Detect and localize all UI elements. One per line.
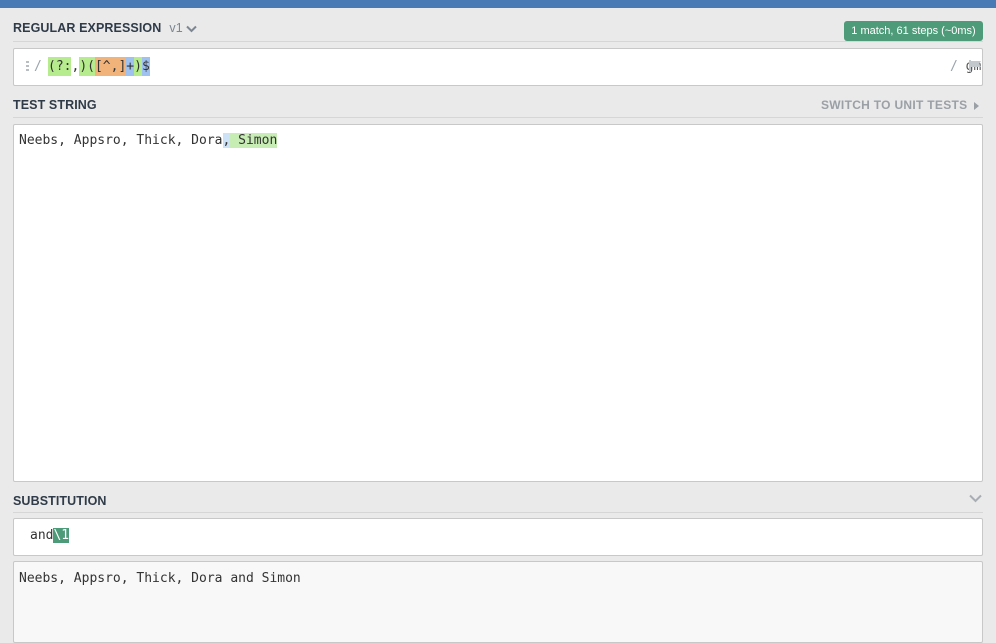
- substitution-literal: and: [30, 528, 54, 543]
- regex-input[interactable]: (?:,)([^,]+)$: [48, 57, 150, 76]
- drag-handle-icon[interactable]: [26, 61, 30, 73]
- version-label: v1: [169, 21, 183, 35]
- switch-label: SWITCH TO UNIT TESTS: [821, 98, 968, 112]
- divider: [13, 512, 983, 513]
- switch-to-unit-tests-link[interactable]: SWITCH TO UNIT TESTS: [821, 98, 980, 112]
- test-section-label: TEST STRING: [13, 98, 97, 112]
- regex-editor[interactable]: / (?:,)([^,]+)$ / gm: [13, 48, 983, 86]
- divider: [13, 117, 983, 118]
- substitution-text[interactable]: and\1: [30, 528, 70, 543]
- regex-token: (: [87, 57, 95, 76]
- match-group-1-highlight: Simon: [230, 133, 278, 148]
- regex-token: ]: [118, 57, 127, 76]
- regex-token: $: [141, 57, 150, 76]
- regex-token: ): [79, 57, 88, 76]
- regex-token: [: [94, 57, 103, 76]
- match-info-badge: 1 match, 61 steps (~0ms): [844, 21, 983, 41]
- substitution-result-text: Neebs, Appsro, Thick, Dora and Simon: [19, 571, 301, 586]
- regex-token: (?:: [48, 57, 72, 76]
- test-string-editor[interactable]: Neebs, Appsro, Thick, Dora, Simon: [13, 124, 983, 482]
- regex-open-delimiter: /: [34, 59, 42, 74]
- substitution-backref: \1: [53, 528, 70, 543]
- regex-token: ): [134, 57, 142, 76]
- substitution-input[interactable]: and\1: [13, 518, 983, 556]
- top-accent-bar: [0, 0, 996, 8]
- collapse-chevron-icon[interactable]: [969, 494, 982, 503]
- substitution-section-label: SUBSTITUTION: [13, 494, 107, 508]
- divider: [13, 41, 983, 42]
- test-string-text[interactable]: Neebs, Appsro, Thick, Dora, Simon: [19, 133, 278, 148]
- regex-close-delimiter: /: [950, 59, 958, 74]
- regex-token: +: [126, 57, 135, 76]
- substitution-result: Neebs, Appsro, Thick, Dora and Simon: [13, 561, 983, 643]
- chevron-down-icon: [186, 25, 197, 33]
- test-text-plain: Neebs, Appsro, Thick, Dora: [19, 133, 223, 148]
- regex-token: ,: [71, 59, 80, 74]
- regex-section-label: REGULAR EXPRESSION: [13, 21, 162, 35]
- regex-token: ^,: [102, 57, 119, 76]
- regex-section-header: REGULAR EXPRESSION v1: [13, 21, 197, 35]
- version-selector[interactable]: v1: [169, 21, 197, 35]
- flag-icon[interactable]: [969, 60, 983, 72]
- caret-right-icon: [974, 101, 980, 110]
